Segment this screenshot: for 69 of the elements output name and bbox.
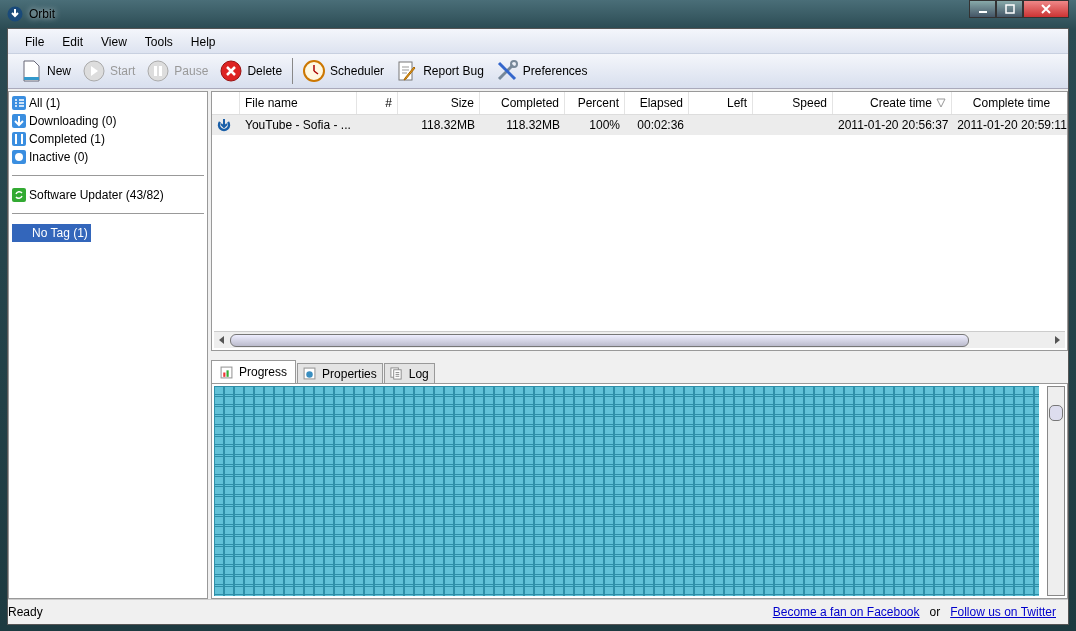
column-header[interactable]: Percent: [565, 92, 625, 114]
close-icon: [1041, 4, 1051, 14]
up-down-icon: [12, 132, 26, 146]
column-header[interactable]: File name: [240, 92, 357, 114]
refresh-icon: [12, 188, 26, 202]
down-arrow-icon: [12, 114, 26, 128]
facebook-link[interactable]: Become a fan on Facebook: [772, 605, 920, 619]
minimize-icon: [978, 11, 987, 13]
menu-item[interactable]: View: [92, 33, 136, 49]
horizontal-scrollbar[interactable]: [214, 331, 1065, 348]
status-text: Ready: [8, 605, 43, 619]
download-icon: [217, 118, 231, 133]
menu-item[interactable]: Edit: [53, 33, 93, 49]
tab[interactable]: Properties: [297, 363, 383, 383]
column-header[interactable]: Complete time: [952, 92, 1067, 114]
minimize-button[interactable]: [969, 0, 996, 18]
tools-icon: [495, 60, 518, 82]
toolbar-button[interactable]: Delete: [216, 58, 287, 84]
table-cell: 00:02:36: [637, 118, 684, 132]
column-header[interactable]: Completed: [480, 92, 565, 114]
toolbar-button[interactable]: Report Bug: [392, 58, 488, 84]
sort-indicator-icon: [936, 98, 946, 108]
scroll-right-icon[interactable]: [1053, 336, 1061, 344]
maximize-button[interactable]: [996, 0, 1023, 18]
window-title: Orbit: [29, 7, 55, 21]
menu-item[interactable]: File: [16, 33, 54, 49]
clock-icon: [303, 60, 326, 82]
vertical-scrollbar[interactable]: [1047, 386, 1065, 596]
list-icon: [12, 96, 26, 110]
app-logo-icon: [7, 6, 23, 22]
new-document-icon: [20, 60, 42, 82]
table-cell: 2011-01-20 20:59:11: [957, 118, 1067, 132]
sidebar-item[interactable]: Completed (1): [12, 130, 106, 148]
documents-icon: [389, 367, 403, 380]
play-icon: [83, 60, 105, 82]
table-cell: YouTube - Sofia - ...: [245, 118, 351, 132]
toolbar-button[interactable]: New: [16, 58, 75, 84]
table-cell: 118.32MB: [421, 118, 475, 132]
column-header[interactable]: Speed: [753, 92, 833, 114]
menu-item[interactable]: Help: [181, 33, 225, 49]
table-cell: 100%: [589, 118, 620, 132]
column-header[interactable]: #: [357, 92, 398, 114]
table-cell: 2011-01-20 20:56:37: [838, 118, 949, 132]
sidebar-item[interactable]: Inactive (0): [12, 148, 89, 166]
delete-icon: [220, 60, 243, 82]
table-row[interactable]: YouTube - Sofia - ... 118.32MB 118.32MB 100% 00:02:36 2011-01-20 20:56:37 2011-01-20 20:59:11: [212, 115, 1067, 135]
sidebar-item[interactable]: Downloading (0): [12, 112, 117, 130]
menu-item[interactable]: Tools: [135, 33, 182, 49]
bar-chart-icon: [220, 365, 233, 379]
toolbar-button[interactable]: Scheduler: [299, 58, 389, 84]
pause-icon: [147, 60, 170, 82]
close-button[interactable]: [1023, 0, 1069, 18]
sidebar-item[interactable]: Software Updater (43/82): [12, 186, 164, 204]
maximize-icon: [1004, 4, 1015, 14]
column-header[interactable]: Left: [689, 92, 753, 114]
tab[interactable]: Progress: [211, 360, 297, 383]
scroll-left-icon[interactable]: [218, 336, 226, 344]
column-header[interactable]: Size: [398, 92, 480, 114]
twitter-link[interactable]: Follow us on Twitter: [950, 605, 1056, 619]
sidebar-item[interactable]: No Tag (1): [12, 224, 91, 242]
separator-text: or: [929, 605, 941, 619]
sidebar-item[interactable]: All (1): [12, 94, 61, 112]
toolbar-button[interactable]: Preferences: [491, 58, 592, 84]
tab[interactable]: Log: [383, 363, 435, 383]
dot-icon: [12, 150, 26, 164]
document-globe-icon: [303, 367, 317, 380]
table-cell: 118.32MB: [506, 118, 560, 132]
column-header[interactable]: Create time: [833, 92, 952, 114]
column-header[interactable]: Elapsed: [625, 92, 689, 114]
